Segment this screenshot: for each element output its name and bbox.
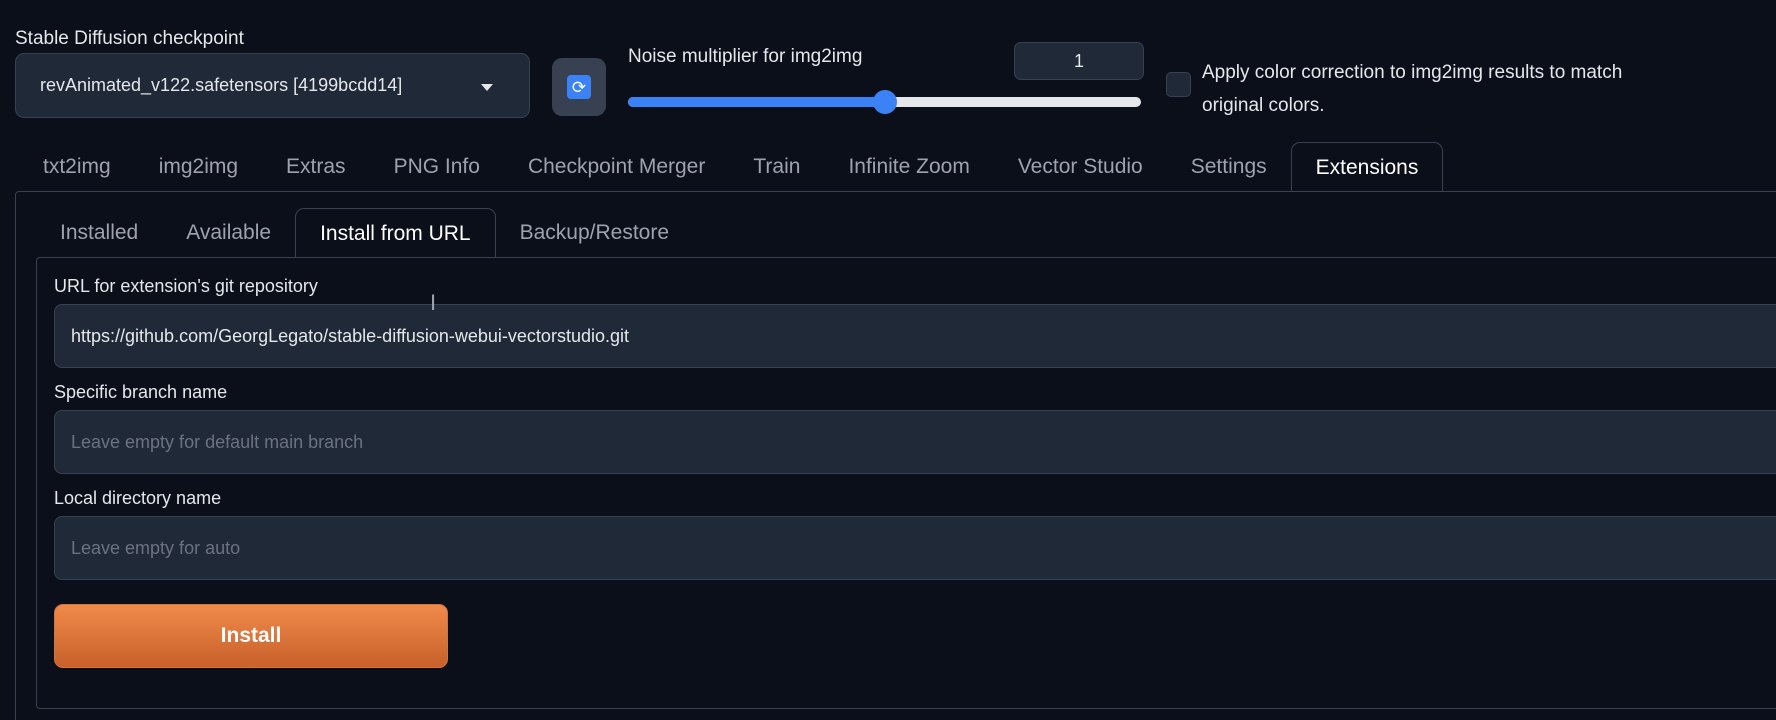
branch-label: Specific branch name bbox=[54, 382, 228, 402]
color-correction-checkbox[interactable] bbox=[1166, 72, 1191, 97]
text-cursor-icon: I bbox=[430, 290, 437, 315]
tab-vector-studio[interactable]: Vector Studio bbox=[994, 142, 1167, 192]
tab-available[interactable]: Available bbox=[162, 208, 295, 258]
color-correction-label: Apply color correction to img2img result… bbox=[1202, 62, 1623, 116]
slider-thumb[interactable] bbox=[872, 90, 897, 114]
tab-settings[interactable]: Settings bbox=[1167, 142, 1291, 192]
tab-train[interactable]: Train bbox=[729, 142, 824, 192]
checkpoint-value: revAnimated_v122.safetensors [4199bcdd14… bbox=[40, 75, 403, 95]
directory-input[interactable] bbox=[54, 516, 1776, 580]
noise-multiplier-label: Noise multiplier for img2img bbox=[628, 46, 863, 67]
tab-txt2img[interactable]: txt2img bbox=[19, 142, 135, 192]
tab-checkpoint-merger[interactable]: Checkpoint Merger bbox=[504, 142, 729, 192]
checkpoint-label: Stable Diffusion checkpoint bbox=[15, 28, 244, 49]
webui-root: Stable Diffusion checkpoint revAnimated_… bbox=[0, 0, 1776, 720]
refresh-checkpoint-button[interactable]: ⟳ bbox=[552, 58, 606, 116]
branch-input[interactable] bbox=[54, 410, 1776, 474]
tab-png-info[interactable]: PNG Info bbox=[370, 142, 504, 192]
main-tabs: txt2img img2img Extras PNG Info Checkpoi… bbox=[19, 142, 1444, 192]
tab-install-from-url[interactable]: Install from URL bbox=[295, 208, 496, 258]
extension-sub-tabs: Installed Available Install from URL Bac… bbox=[36, 208, 693, 258]
directory-label: Local directory name bbox=[54, 488, 222, 508]
tab-extras[interactable]: Extras bbox=[262, 142, 370, 192]
tab-extensions[interactable]: Extensions bbox=[1290, 142, 1444, 192]
noise-multiplier-input[interactable]: 1 bbox=[1014, 42, 1144, 80]
tab-backup-restore[interactable]: Backup/Restore bbox=[496, 208, 693, 258]
tab-img2img[interactable]: img2img bbox=[135, 142, 262, 192]
tab-installed[interactable]: Installed bbox=[36, 208, 162, 258]
url-label: URL for extension's git repository bbox=[54, 276, 318, 296]
refresh-icon: ⟳ bbox=[567, 75, 591, 99]
install-button[interactable]: Install bbox=[54, 604, 448, 668]
url-input[interactable] bbox=[54, 304, 1776, 368]
slider-fill bbox=[628, 97, 885, 107]
tab-infinite-zoom[interactable]: Infinite Zoom bbox=[824, 142, 993, 192]
noise-multiplier-slider[interactable] bbox=[628, 90, 1141, 114]
checkpoint-dropdown[interactable]: revAnimated_v122.safetensors [4199bcdd14… bbox=[15, 53, 530, 118]
chevron-down-icon bbox=[481, 84, 493, 91]
